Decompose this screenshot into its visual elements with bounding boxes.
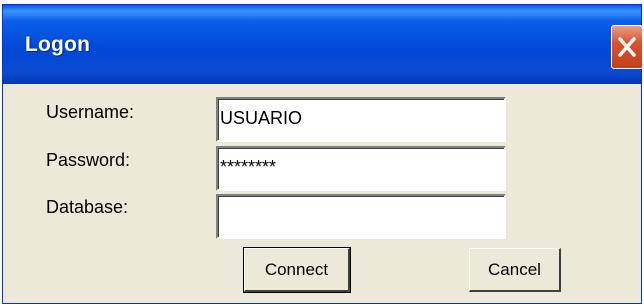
cancel-button[interactable]: Cancel <box>469 248 561 292</box>
connect-button[interactable]: Connect <box>243 247 351 293</box>
close-button[interactable] <box>611 25 643 69</box>
close-icon <box>618 37 636 57</box>
database-label: Database: <box>46 197 129 217</box>
username-field[interactable]: USUARIO <box>216 97 506 142</box>
password-value: ******** <box>220 157 277 177</box>
username-value: USUARIO <box>220 108 303 128</box>
title-bar[interactable]: Logon <box>3 5 643 84</box>
password-label: Password: <box>46 150 131 170</box>
window-title: Logon <box>25 33 91 56</box>
username-label: Username: <box>46 102 135 122</box>
password-field[interactable]: ******** <box>216 146 506 191</box>
database-field[interactable] <box>216 194 506 239</box>
